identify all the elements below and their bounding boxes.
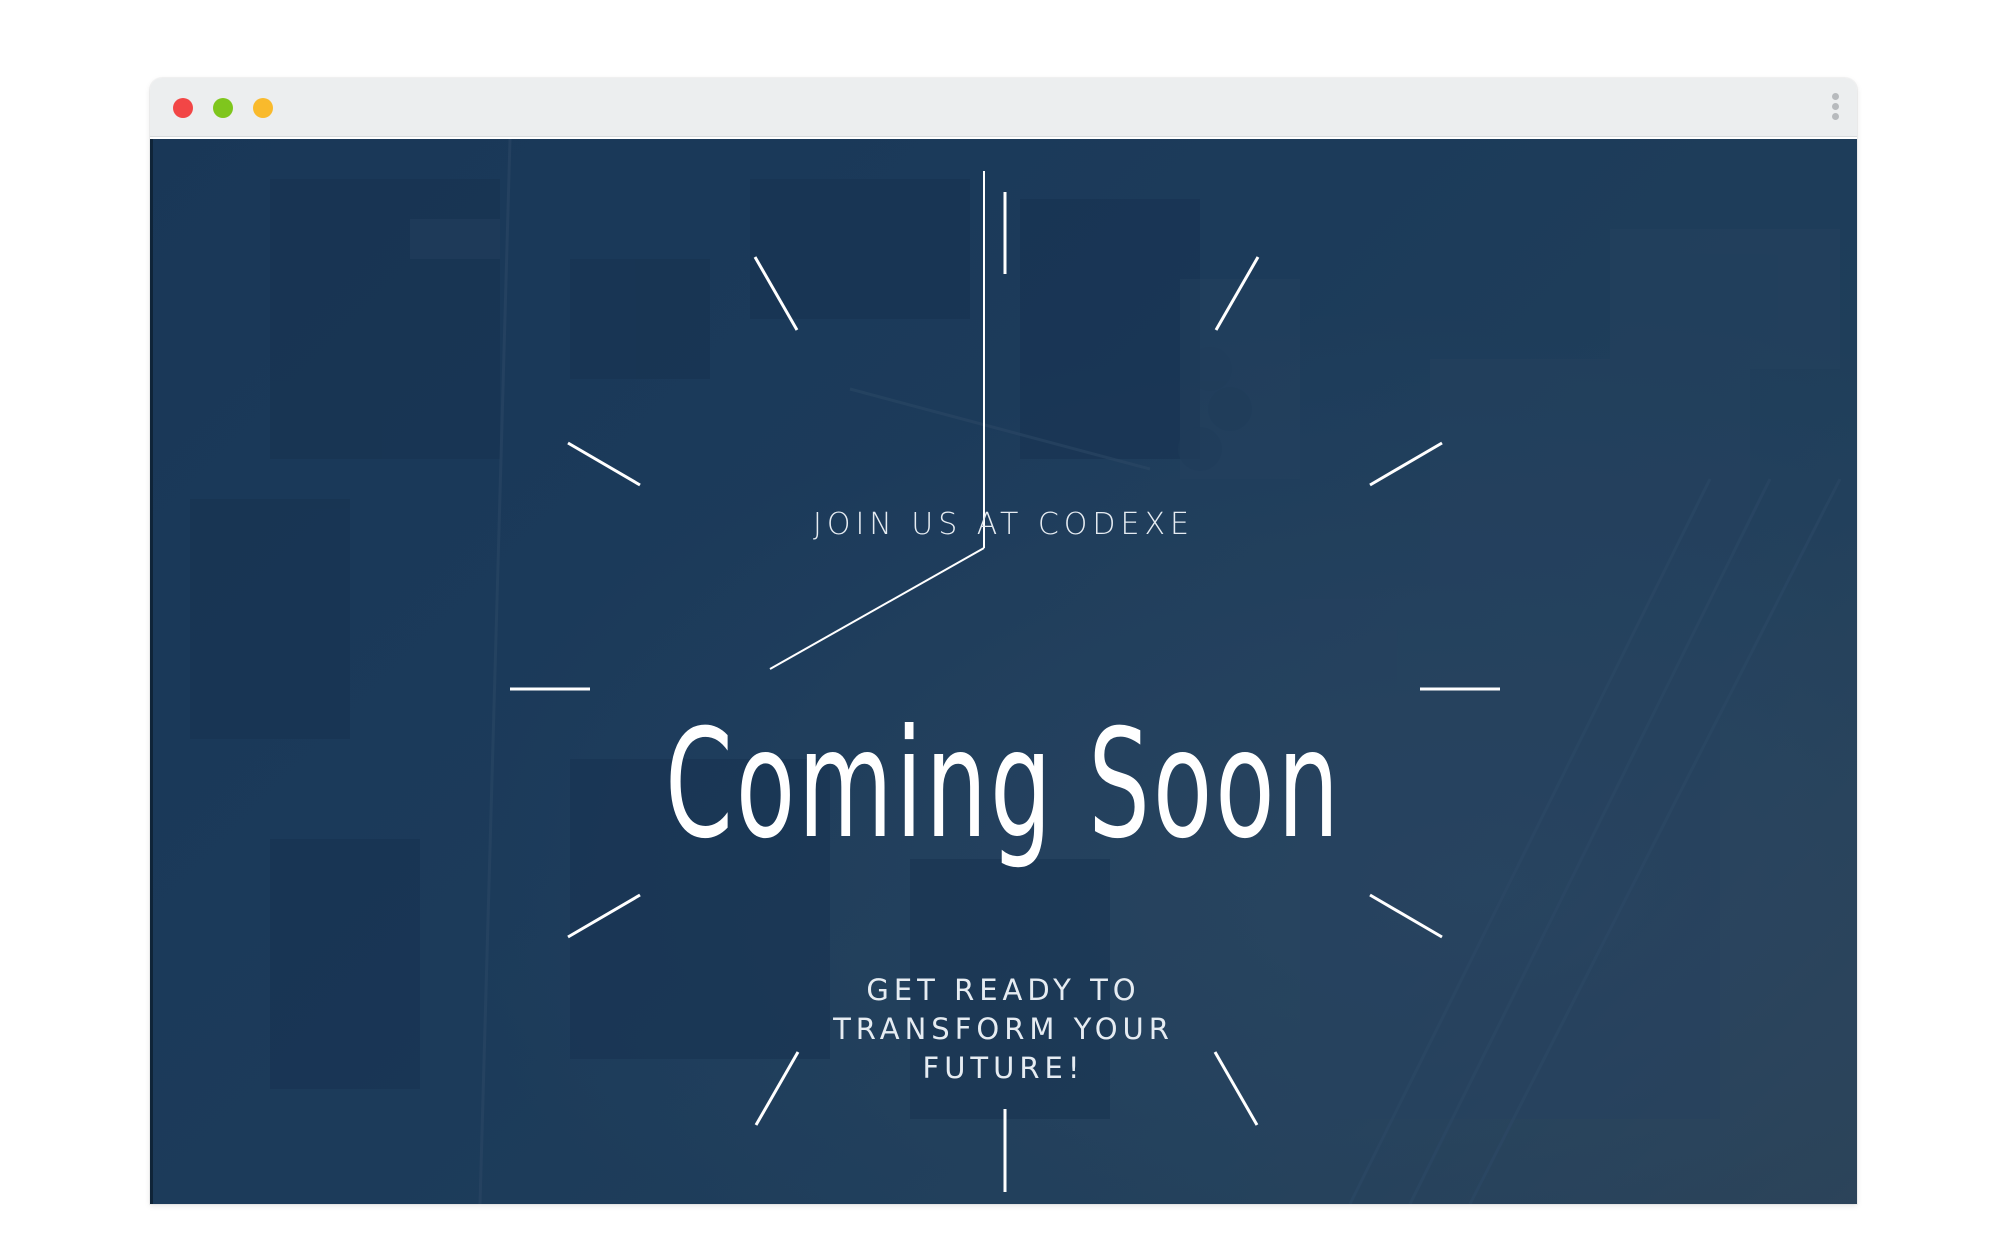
tagline-line: FUTURE! [922,1051,1085,1085]
clock-hand-hour [769,547,985,670]
maximize-window-button[interactable] [253,98,273,118]
kebab-menu-icon[interactable] [1827,90,1843,126]
minimize-window-button[interactable] [213,98,233,118]
hero-title: Coming Soon [665,698,1342,872]
tagline-line: TRANSFORM YOUR [833,1012,1174,1046]
ray-line [1369,441,1443,487]
clock-hands [769,171,985,670]
coming-soon-page: JOIN US AT CODEXE Coming Soon GET READY … [150,139,1857,1204]
ray-line [753,256,799,331]
close-window-button[interactable] [173,98,193,118]
ray-line [567,893,641,939]
hero-eyebrow: JOIN US AT CODEXE [812,507,1194,542]
ray-line [567,441,641,487]
ray-line [1214,256,1260,331]
window-titlebar [150,78,1857,137]
browser-window: JOIN US AT CODEXE Coming Soon GET READY … [150,78,1857,1204]
ray-line [1369,893,1443,939]
hero-tagline: GET READY TO TRANSFORM YOUR FUTURE! [150,971,1857,1088]
tagline-line: GET READY TO [866,973,1141,1007]
